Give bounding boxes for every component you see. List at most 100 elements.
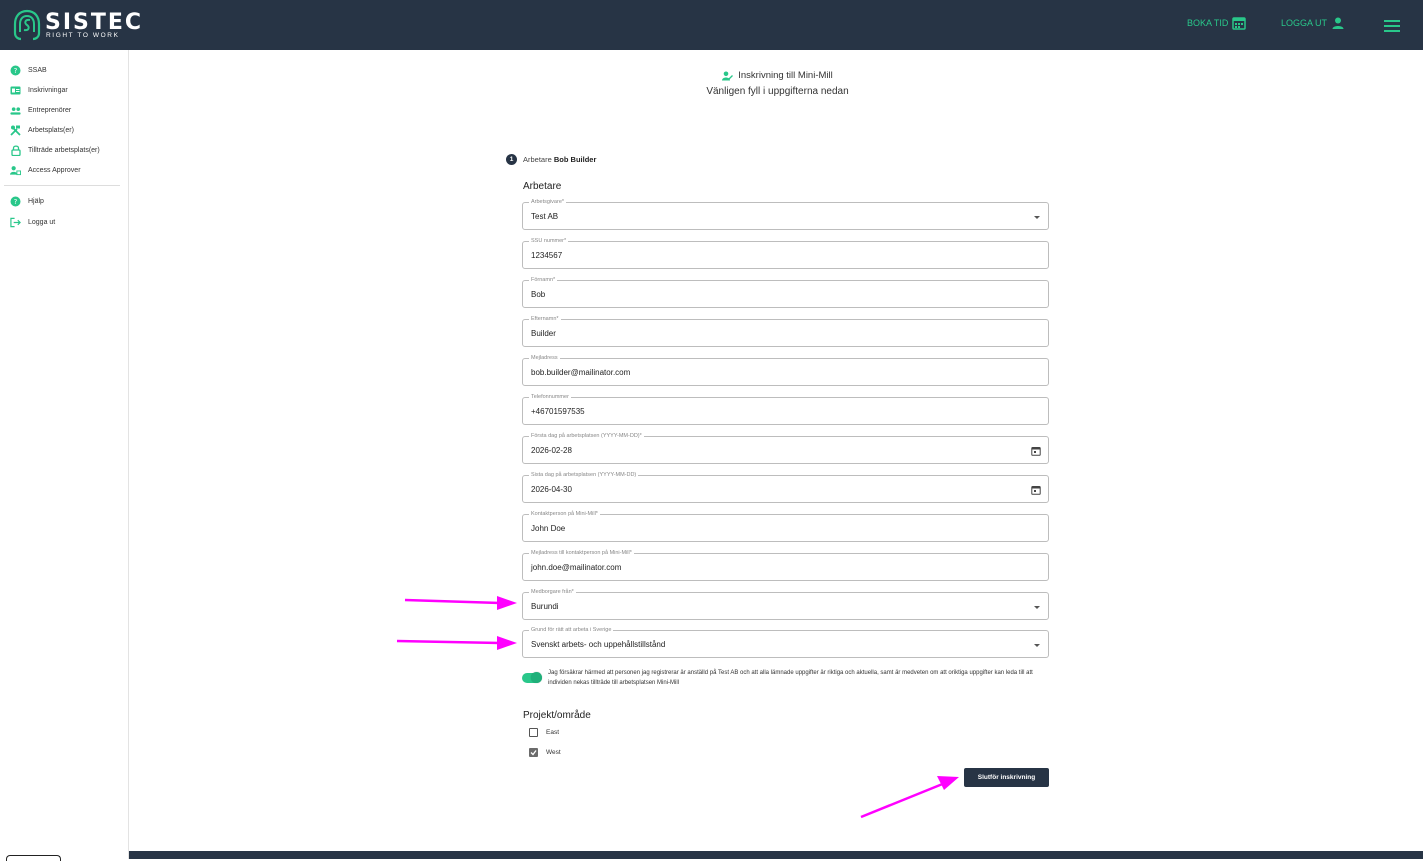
field-value: Builder [531,329,556,338]
project-option-east[interactable]: East [529,728,559,737]
last-day-date-field[interactable]: Sista dag på arbetsplatsen (YYYY-MM-DD) … [522,472,1049,503]
annotation-arrow-work-permit [396,636,517,650]
user-icon [1332,17,1344,29]
employer-select[interactable]: Arbetsgivare* Test AB [522,199,1049,230]
consent-row: Jag försäkrar härmed att personen jag re… [522,668,1049,688]
step-worker-name: Bob Builder [553,155,597,164]
field-value: Bob [531,290,546,299]
svg-text:?: ? [14,67,18,75]
field-label: Efternamn* [529,316,561,323]
field-value: +46701597535 [531,407,585,416]
field-label: Första dag på arbetsplatsen (YYYY-MM-DD)… [529,433,644,440]
people-icon [10,105,21,116]
annotation-arrow-submit [860,776,959,819]
dropdown-caret-icon [1034,216,1040,219]
sidebar-collapse-tab[interactable] [6,855,61,861]
sidebar-item-ssab[interactable]: ? SSAB [10,65,47,76]
field-value: Burundi [531,602,559,611]
logout-icon [10,217,21,228]
logo-tagline: RIGHT TO WORK [46,32,120,39]
field-label: Mejladress till kontaktperson på Mini-Mi… [529,550,634,557]
field-value: John Doe [531,524,566,533]
annotation-arrows [396,596,959,819]
field-label: Mejladress [529,355,560,362]
help-circle-icon: ? [10,196,21,207]
citizenship-select[interactable]: Medborgare från* Burundi [522,589,1049,620]
user-edit-icon [722,71,734,80]
svg-text:?: ? [14,198,18,206]
sidebar-divider [4,185,120,186]
sidebar-item-label: Tillträde arbetsplats(er) [28,147,100,154]
field-value: 2026-02-28 [531,446,572,455]
field-value: 1234567 [531,251,563,260]
first-day-date-field[interactable]: Första dag på arbetsplatsen (YYYY-MM-DD)… [522,433,1049,464]
project-option-west[interactable]: West [529,748,561,757]
phone-field[interactable]: Telefonnummer +46701597535 [522,394,1049,425]
section-title-worker: Arbetare [523,181,562,192]
step-number: 1 [506,154,517,165]
section-title-project: Projekt/område [523,710,591,721]
sidebar-item-label: Entreprenörer [28,107,72,114]
help-circle-icon: ? [10,65,21,76]
sidebar-item-access-approver[interactable]: Access Approver [10,165,81,176]
contact-email-field[interactable]: Mejladress till kontaktperson på Mini-Mi… [522,550,1049,581]
dropdown-caret-icon [1034,606,1040,609]
tools-icon [10,125,21,136]
field-label: Arbetsgivare* [529,199,567,206]
user-check-icon [10,165,21,176]
email-field[interactable]: Mejladress bob.builder@mailinator.com [522,355,1049,386]
lock-icon [10,145,21,156]
last-name-field[interactable]: Efternamn* Builder [522,316,1049,347]
field-label: SSU nummer* [529,238,569,245]
ssu-number-field[interactable]: SSU nummer* 1234567 [522,238,1049,269]
sidebar-item-logga-ut[interactable]: Logga ut [10,217,55,228]
sidebar-item-label: Access Approver [28,167,81,174]
form-header: Inskrivning till Mini-Mill Vänligen fyll… [600,70,955,97]
sistec-logo[interactable]: SISTEC RIGHT TO WORK [12,8,141,42]
sidebar-item-entreprenorer[interactable]: Entreprenörer [10,105,71,116]
field-label: Kontaktperson på Mini-Mill* [529,511,600,518]
sidebar-item-label: Hjälp [28,198,44,205]
field-label: Förnamn* [529,277,558,284]
calendar-icon[interactable] [1031,446,1041,456]
sidebar-item-hjalp[interactable]: ? Hjälp [10,196,44,207]
checkbox-label: West [546,749,561,756]
field-value: Svenskt arbets- och uppehållstillstånd [531,640,666,649]
footer-bar [129,851,1423,859]
consent-toggle[interactable] [522,672,542,683]
checkbox[interactable] [529,728,538,737]
hamburger-menu-icon[interactable] [1384,20,1400,32]
step-prefix: Arbetare [523,155,552,164]
sidebar-item-label: Logga ut [28,219,56,226]
sidebar-item-arbetsplatser[interactable]: Arbetsplats(er) [10,125,74,136]
logout-link[interactable]: LOGGA UT [1281,16,1345,30]
complete-registration-button[interactable]: Slutför inskrivning [964,768,1049,787]
fingerprint-logo-icon [13,9,41,41]
step-label: Arbetare Bob Builder [523,155,596,164]
sidebar-item-inskrivningar[interactable]: Inskrivningar [10,85,68,96]
work-permit-basis-select[interactable]: Grund för rätt att arbeta i Sverige Sven… [522,627,1049,658]
sidebar-item-label: Inskrivningar [28,87,68,94]
id-card-icon [10,85,21,96]
checkmark-icon [530,750,537,756]
dropdown-caret-icon [1034,644,1040,647]
calendar-icon[interactable] [1031,485,1041,495]
book-time-label: BOKA TID [1187,18,1229,28]
checkbox-checked[interactable] [529,748,538,757]
book-time-link[interactable]: BOKA TID [1187,16,1247,30]
first-name-field[interactable]: Förnamn* Bob [522,277,1049,308]
field-value: Test AB [531,212,559,221]
sidebar-item-label: SSAB [28,67,47,74]
page-title: Inskrivning till Mini-Mill [600,70,955,81]
top-navigation-bar: SISTEC RIGHT TO WORK BOKA TID LOGGA UT [0,0,1423,50]
field-label: Sista dag på arbetsplatsen (YYYY-MM-DD) [529,472,639,479]
contact-person-field[interactable]: Kontaktperson på Mini-Mill* John Doe [522,511,1049,542]
consent-text: Jag försäkrar härmed att personen jag re… [548,670,1033,686]
field-label: Telefonnummer [529,394,571,401]
field-label: Medborgare från* [529,589,576,596]
sidebar-item-tilltrade[interactable]: Tillträde arbetsplats(er) [10,145,100,156]
checkbox-label: East [546,729,560,736]
sidebar-item-label: Arbetsplats(er) [28,127,74,134]
field-value: 2026-04-30 [531,485,572,494]
annotation-arrow-citizenship [404,596,517,610]
